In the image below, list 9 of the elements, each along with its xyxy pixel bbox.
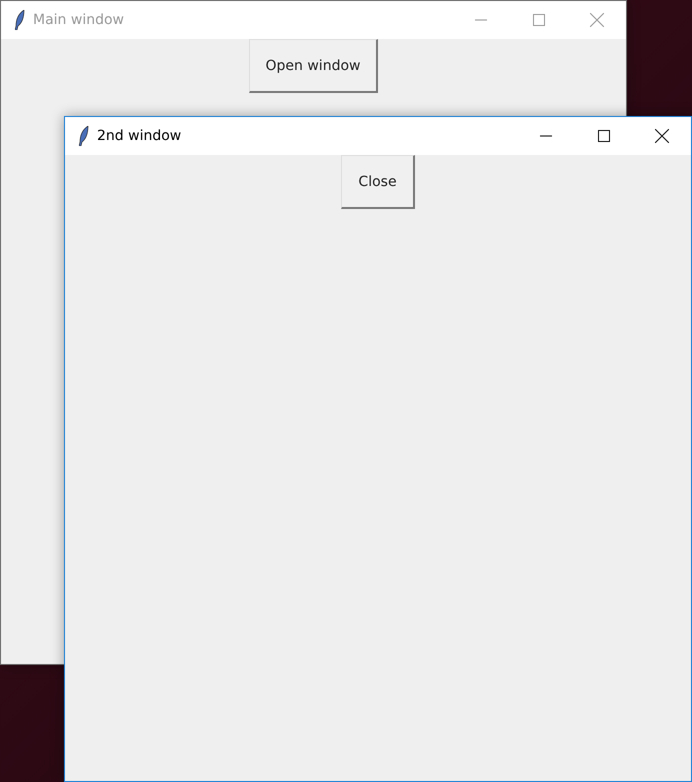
minimize-icon[interactable] xyxy=(540,135,552,137)
maximize-icon[interactable] xyxy=(598,130,610,142)
close-button[interactable]: Close xyxy=(341,155,415,209)
feather-icon xyxy=(15,10,25,30)
close-icon[interactable] xyxy=(655,129,669,143)
open-window-button[interactable]: Open window xyxy=(248,39,378,93)
feather-icon xyxy=(79,126,89,146)
window-title: Main window xyxy=(33,12,125,28)
window-title: 2nd window xyxy=(97,128,182,144)
